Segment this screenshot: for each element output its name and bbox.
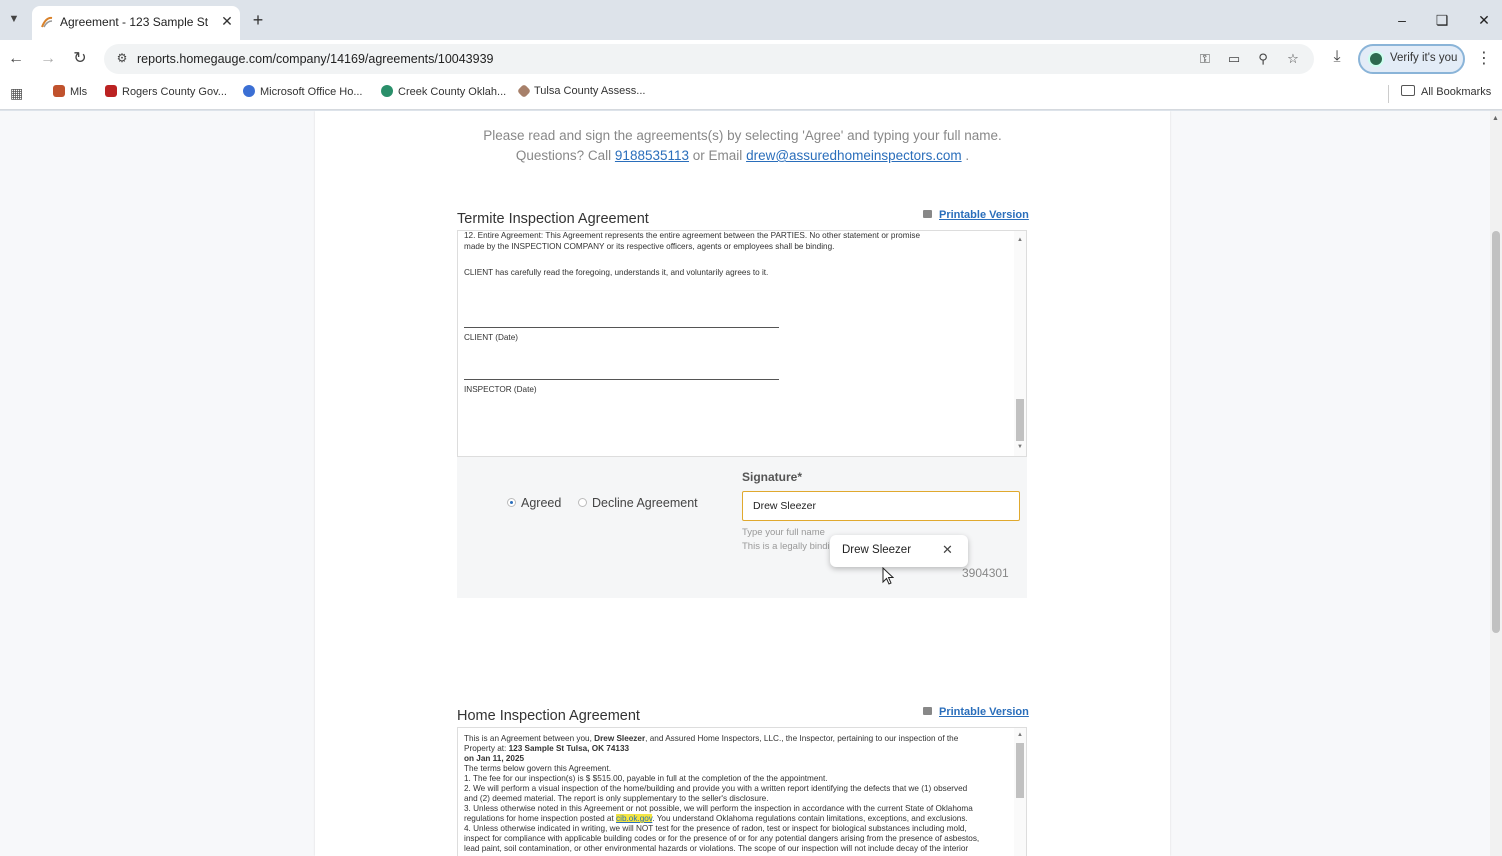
address-bar[interactable]: ⚙ reports.homegauge.com/company/14169/ag… — [104, 44, 1314, 74]
bookmark-tulsa-county[interactable]: Tulsa County Assess... — [516, 83, 645, 103]
tulsa-county-icon — [516, 83, 532, 99]
home-text-line: inspect for compliance with applicable b… — [464, 834, 980, 843]
autofill-suggestion[interactable]: Drew Sleezer ✕ — [830, 535, 968, 567]
autofill-value[interactable]: Drew Sleezer — [842, 544, 911, 556]
home-text-line: 3. Unless otherwise noted in this Agreem… — [464, 804, 973, 813]
bookmarks-bar: ▦ Mls Rogers County Gov... Microsoft Off… — [0, 78, 1502, 110]
client-date-label: CLIENT (Date) — [464, 333, 518, 342]
microsoft-office-icon — [243, 85, 255, 97]
printer-icon — [923, 210, 932, 218]
autofill-close-icon[interactable]: ✕ — [942, 543, 953, 557]
tab-strip: ▼ Agreement - 123 Sample St Tul ✕ + – ❏ … — [0, 0, 1502, 40]
password-key-icon[interactable]: ⚿ — [1196, 50, 1214, 68]
scroll-thumb[interactable] — [1016, 399, 1024, 441]
instructions-text: Please read and sign the agreements(s) b… — [483, 128, 1002, 143]
signature-label: Signature* — [742, 470, 803, 484]
scroll-up-arrow-icon[interactable]: ▲ — [1017, 732, 1023, 738]
printer-icon — [923, 707, 932, 715]
home-agreement-title: Home Inspection Agreement — [457, 708, 640, 724]
bookmark-creek-county[interactable]: Creek County Oklah... — [381, 85, 506, 103]
termite-agreement-box[interactable]: 12. Entire Agreement: This Agreement rep… — [457, 230, 1027, 457]
forward-arrow-icon[interactable]: → — [37, 48, 59, 70]
bookmark-microsoft-office[interactable]: Microsoft Office Ho... — [243, 85, 363, 103]
agreements-card: Please read and sign the agreements(s) b… — [315, 111, 1170, 856]
home-text-line: and (2) deemed material. The report is o… — [464, 794, 769, 803]
home-text-line: regulations for home inspection posted a… — [464, 814, 968, 823]
download-icon[interactable]: ⤓ — [1326, 48, 1348, 70]
all-bookmarks[interactable]: All Bookmarks — [1401, 85, 1491, 98]
creek-county-icon — [381, 85, 393, 97]
bookmark-separator — [1388, 85, 1389, 103]
signature-help-2: This is a legally binding — [742, 541, 841, 552]
scroll-down-arrow-icon[interactable]: ▼ — [1017, 444, 1023, 450]
back-arrow-icon[interactable]: ← — [5, 48, 27, 70]
home-printable-link[interactable]: Printable Version — [923, 706, 1029, 718]
browser-tab[interactable]: Agreement - 123 Sample St Tul ✕ — [32, 6, 240, 40]
termite-agreement-title: Termite Inspection Agreement — [457, 211, 649, 227]
zoom-icon[interactable]: ⚲ — [1254, 50, 1272, 68]
termite-scrollbar[interactable]: ▲ ▼ — [1014, 231, 1026, 456]
new-tab-plus-icon[interactable]: + — [248, 10, 268, 30]
apps-grid-icon[interactable]: ▦ — [10, 85, 26, 101]
email-link[interactable]: drew@assuredhomeinspectors.com — [746, 148, 962, 163]
home-text-line: This is an Agreement between you, Drew S… — [464, 734, 959, 743]
home-text-line: 4. Unless otherwise indicated in writing… — [464, 824, 967, 833]
signature-help-1: Type your full name — [742, 527, 825, 538]
scroll-up-arrow-icon[interactable]: ▲ — [1017, 237, 1023, 243]
termite-printable-link[interactable]: Printable Version — [923, 209, 1029, 221]
folder-icon — [1401, 85, 1415, 96]
client-signature-line — [464, 327, 779, 328]
home-text-line: Property at: 123 Sample St Tulsa, OK 741… — [464, 744, 630, 753]
termite-text-line: CLIENT has carefully read the foregoing,… — [464, 268, 769, 277]
page-scrollbar[interactable]: ▲ — [1490, 111, 1502, 856]
home-agreement-box[interactable]: This is an Agreement between you, Drew S… — [457, 727, 1027, 856]
page-scroll-up-icon[interactable]: ▲ — [1492, 115, 1500, 123]
rogers-county-icon — [105, 85, 117, 97]
contact-line: Questions? Call 9188535113 or Email drew… — [515, 148, 970, 163]
url-text[interactable]: reports.homegauge.com/company/14169/agre… — [137, 52, 494, 66]
phone-link[interactable]: 9188535113 — [615, 148, 689, 163]
termite-text-line: 12. Entire Agreement: This Agreement rep… — [464, 231, 921, 240]
decline-radio[interactable]: Decline Agreement — [578, 496, 698, 510]
install-app-icon[interactable]: ▭ — [1225, 50, 1243, 68]
home-text-line: The terms below govern this Agreement. — [464, 764, 611, 773]
signature-panel: Agreed Decline Agreement Signature* Type… — [457, 457, 1027, 598]
bookmark-star-icon[interactable]: ☆ — [1284, 50, 1302, 68]
bookmark-rogers-county[interactable]: Rogers County Gov... — [105, 85, 227, 103]
termite-text-line: made by the INSPECTION COMPANY or its re… — [464, 242, 835, 251]
bookmark-mls[interactable]: Mls — [53, 85, 87, 103]
verify-profile-button[interactable]: Verify it's you — [1358, 44, 1465, 74]
restore-icon[interactable]: ❏ — [1428, 8, 1456, 32]
mls-icon — [53, 85, 65, 97]
page-scroll-thumb[interactable] — [1492, 231, 1500, 633]
radio-selected-icon — [507, 498, 516, 507]
cib-link[interactable]: cib.ok.gov — [616, 814, 653, 823]
profile-avatar — [1368, 51, 1384, 67]
tab-close-icon[interactable]: ✕ — [218, 12, 236, 30]
browser-toolbar: ← → ↻ ⚙ reports.homegauge.com/company/14… — [0, 40, 1502, 78]
close-window-icon[interactable]: ✕ — [1470, 8, 1498, 32]
minimize-icon[interactable]: – — [1388, 8, 1416, 32]
tab-title: Agreement - 123 Sample St Tul — [60, 15, 210, 29]
signature-input[interactable] — [742, 491, 1020, 521]
verify-label: Verify it's you — [1390, 52, 1458, 64]
agreement-id: 3904301 — [962, 566, 1009, 580]
agreed-radio[interactable]: Agreed — [507, 496, 561, 510]
inspector-date-label: INSPECTOR (Date) — [464, 385, 537, 394]
page-content: Please read and sign the agreements(s) b… — [0, 111, 1490, 856]
home-scrollbar[interactable]: ▲ — [1014, 728, 1026, 856]
reload-icon[interactable]: ↻ — [69, 48, 91, 70]
browser-menu-icon[interactable]: ⋮ — [1476, 48, 1492, 70]
inspector-signature-line — [464, 379, 779, 380]
home-text-line: 2. We will perform a visual inspection o… — [464, 784, 968, 793]
radio-empty-icon — [578, 498, 587, 507]
home-text-line: 1. The fee for our inspection(s) is $ $5… — [464, 774, 828, 783]
homegauge-favicon-icon — [41, 16, 53, 28]
site-info-icon[interactable]: ⚙ — [114, 51, 130, 67]
mouse-cursor-icon — [882, 567, 894, 585]
scroll-thumb[interactable] — [1016, 743, 1024, 798]
tab-search-chevron-icon[interactable]: ▼ — [4, 9, 24, 29]
home-text-line: lead paint, soil contamination, or other… — [464, 844, 969, 853]
home-text-line: on Jan 11, 2025 — [464, 754, 525, 763]
